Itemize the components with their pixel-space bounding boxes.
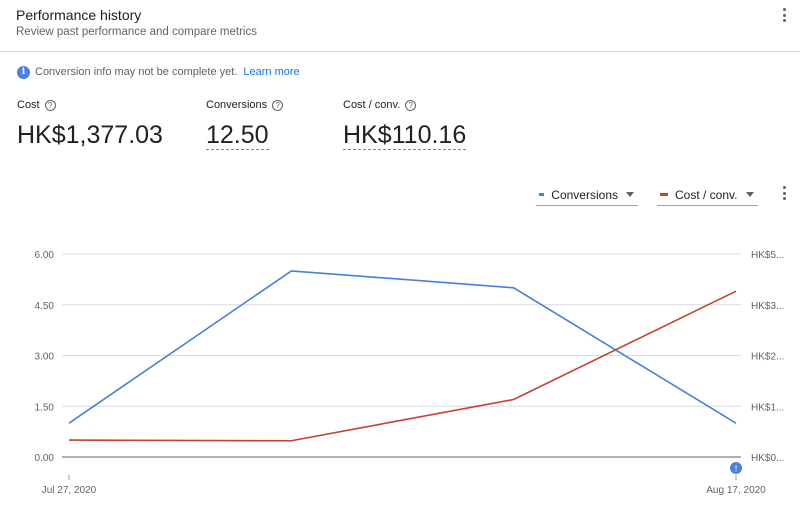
metric-value: HK$1,377.03 — [17, 121, 163, 149]
series-swatch — [660, 193, 668, 196]
help-icon[interactable]: ? — [44, 99, 56, 111]
y-left-tick-label: 0.00 — [35, 453, 55, 464]
metric-conversions: Conversions? 12.50 — [206, 98, 284, 150]
series-label: Conversions — [551, 187, 618, 202]
metric-label: Cost / conv. — [343, 99, 401, 111]
metric-label: Conversions — [206, 99, 268, 111]
conversion-notice: i Conversion info may not be complete ye… — [17, 64, 300, 80]
performance-chart: 0.00 HK$0... 1.50 HK$1... 3.00 HK$2... 4.50 HK$… — [35, 250, 785, 496]
series-label: Cost / conv. — [675, 187, 738, 202]
page-title: Performance history — [16, 7, 142, 23]
y-right-tick-label: HK$2... — [751, 352, 784, 363]
notice-text: Conversion info may not be complete yet. — [35, 66, 238, 78]
chevron-down-icon — [746, 192, 754, 197]
help-icon[interactable]: ? — [405, 99, 417, 111]
y-right-tick-label: HK$5... — [751, 250, 784, 261]
y-right-tick-label: HK$0... — [751, 453, 784, 464]
series-selector-conversions[interactable]: Conversions — [536, 184, 638, 206]
annotation-marker-label: ! — [734, 465, 738, 475]
series-swatch — [539, 193, 545, 196]
y-left-tick-label: 4.50 — [35, 301, 55, 312]
series-line-conversions — [68, 270, 737, 424]
help-icon[interactable]: ? — [272, 99, 284, 111]
page-subtitle: Review past performance and compare metr… — [16, 26, 257, 38]
page-header: Performance history Review past performa… — [0, 0, 800, 52]
chart-options-icon[interactable] — [776, 184, 792, 202]
chevron-down-icon — [626, 192, 634, 197]
y-left-tick-label: 3.00 — [35, 352, 55, 363]
learn-more-link[interactable]: Learn more — [243, 66, 299, 78]
series-selector-cost-per-conv[interactable]: Cost / conv. — [657, 184, 758, 206]
more-options-icon[interactable] — [776, 6, 792, 24]
y-left-tick-label: 1.50 — [35, 402, 55, 413]
y-right-tick-label: HK$1... — [751, 402, 784, 413]
metric-cost-per-conv: Cost / conv.? HK$110.16 — [343, 98, 467, 150]
y-right-tick-label: HK$3... — [751, 301, 784, 312]
series-line-cost-conv — [68, 290, 737, 442]
info-icon: i — [17, 65, 30, 79]
metric-label: Cost — [17, 99, 40, 111]
x-tick-label: Aug 17, 2020 — [706, 485, 766, 496]
metric-value: 12.50 — [206, 121, 269, 150]
metric-cost: Cost? HK$1,377.03 — [17, 98, 163, 150]
y-left-tick-label: 6.00 — [35, 250, 55, 261]
x-tick-label: Jul 27, 2020 — [42, 485, 97, 496]
metric-value: HK$110.16 — [343, 121, 467, 150]
